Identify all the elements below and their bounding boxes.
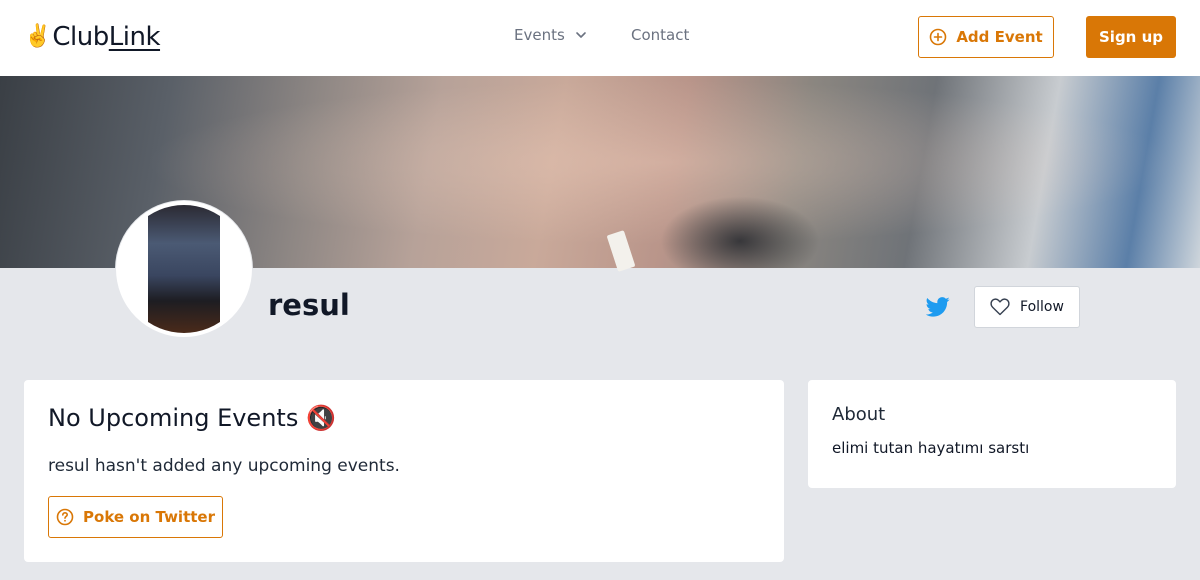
question-circle-icon [56,508,74,526]
heart-icon [990,298,1010,316]
about-card-text: elimi tutan hayatımı sarstı [832,439,1030,457]
add-event-button[interactable]: Add Event [918,16,1054,58]
plus-circle-icon [930,28,947,46]
logo-text-link: Link [108,22,161,52]
nav-events-label: Events [514,26,565,44]
top-navbar: ✌️ ClubLink Events Contact Add Event Sig… [0,0,1200,76]
chevron-down-icon [575,32,586,38]
profile-avatar [116,201,252,337]
events-card-description: resul hasn't added any upcoming events. [48,456,400,476]
nav-events-dropdown[interactable]: Events [514,26,587,44]
poke-on-twitter-button[interactable]: Poke on Twitter [48,496,223,538]
clublink-logo[interactable]: ✌️ ClubLink [24,22,161,52]
upcoming-events-card: No Upcoming Events 🔇 resul hasn't added … [24,380,784,562]
profile-name: resul [268,288,350,322]
follow-label: Follow [1020,299,1064,315]
nav-contact-link[interactable]: Contact [631,26,689,44]
events-title-text: No Upcoming Events [48,404,299,432]
cover-image-shadow [660,196,820,268]
about-card: About elimi tutan hayatımı sarstı [808,380,1176,488]
muted-speaker-icon: 🔇 [305,404,336,432]
logo-text: ClubLink [52,22,160,52]
logo-text-club: Club [52,22,109,52]
follow-button[interactable]: Follow [974,286,1080,328]
sign-up-button[interactable]: Sign up [1086,16,1176,58]
add-event-label: Add Event [956,28,1043,46]
about-card-title: About [832,404,886,425]
poke-label: Poke on Twitter [83,508,215,526]
twitter-icon[interactable] [926,296,950,318]
avatar-photo [148,205,220,333]
victory-hand-icon: ✌️ [24,24,52,49]
events-card-title: No Upcoming Events 🔇 [48,404,336,432]
